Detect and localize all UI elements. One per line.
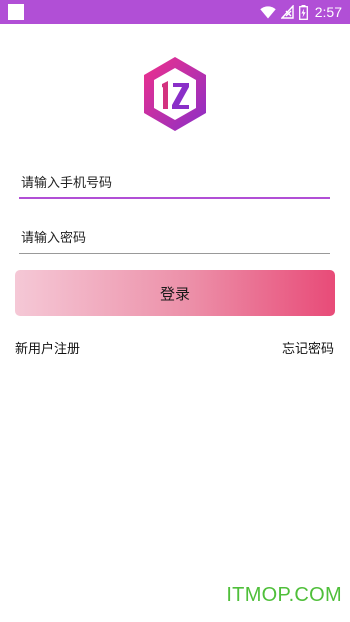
status-icons: 2:57 [260, 3, 342, 21]
phone-field-row [19, 169, 332, 199]
watermark-text: ITMOP.COM [226, 584, 342, 606]
phone-input[interactable] [19, 169, 332, 197]
login-screen: 2:57 登录 新用户注册 忘记密码 ITMOP.COM [0, 0, 350, 622]
password-input[interactable] [19, 224, 332, 252]
app-notification-icon [8, 4, 24, 20]
signal-icon [280, 5, 294, 19]
register-link[interactable]: 新用户注册 [15, 338, 80, 357]
login-button[interactable]: 登录 [15, 270, 335, 316]
battery-charging-icon [298, 4, 308, 20]
password-field-row [19, 224, 332, 254]
wifi-icon [260, 5, 276, 18]
status-bar: 2:57 [0, 0, 350, 24]
password-field-underline [19, 253, 330, 254]
app-logo [144, 57, 206, 131]
forgot-password-link[interactable]: 忘记密码 [282, 338, 334, 357]
phone-field-underline [19, 197, 330, 199]
status-time: 2:57 [314, 4, 342, 20]
